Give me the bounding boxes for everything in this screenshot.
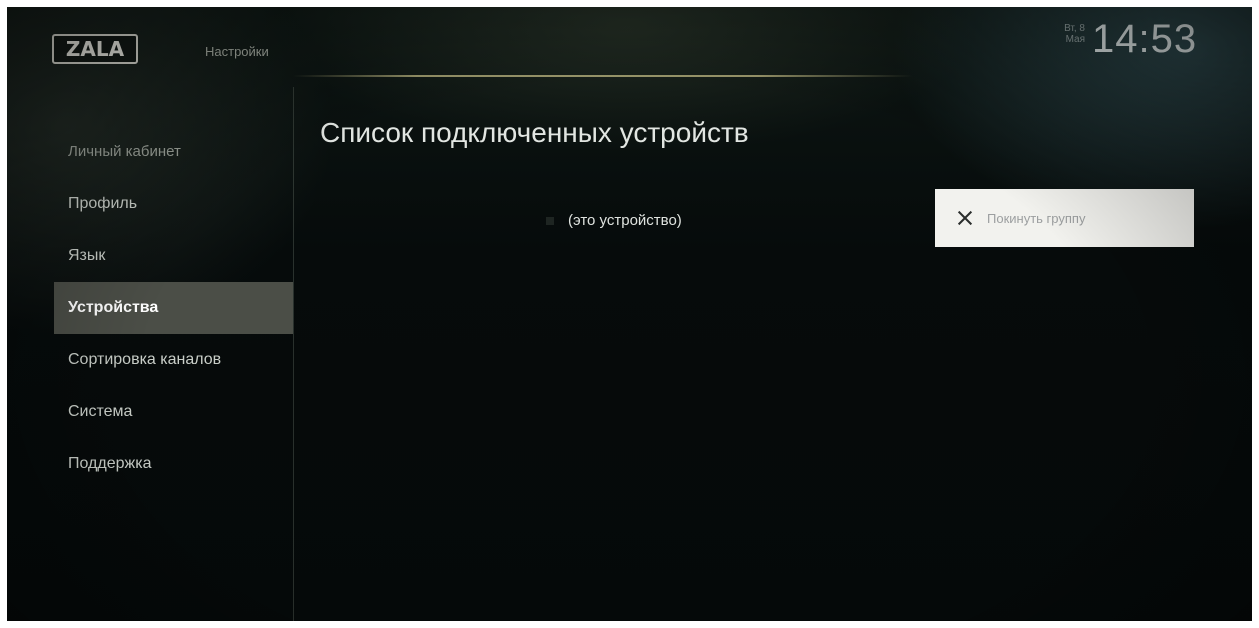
header-divider xyxy=(293,75,913,77)
sidebar-divider xyxy=(293,87,294,621)
sidebar-item-channel-sorting[interactable]: Сортировка каналов xyxy=(54,334,293,386)
date-display: Вт, 8 Мая xyxy=(1053,23,1085,45)
sidebar-item-profile[interactable]: Профиль xyxy=(54,178,293,230)
sidebar-item-language[interactable]: Язык xyxy=(54,230,293,282)
sidebar-item-system[interactable]: Система xyxy=(54,386,293,438)
tv-screen: ZALA Настройки Вт, 8 Мая 14:53 Личный ка… xyxy=(7,7,1252,621)
date-month: Мая xyxy=(1065,34,1085,45)
date-weekday: Вт, 8 xyxy=(1064,23,1085,34)
sidebar-item-support[interactable]: Поддержка xyxy=(54,438,293,490)
sidebar-item-account[interactable]: Личный кабинет xyxy=(54,126,293,178)
device-list-item[interactable]: (это устройство) xyxy=(546,212,682,229)
device-icon xyxy=(546,216,554,225)
close-icon xyxy=(957,210,973,226)
clock: 14:53 xyxy=(1092,17,1198,61)
device-label: (это устройство) xyxy=(568,212,682,229)
page-title: Список подключенных устройств xyxy=(320,117,749,148)
leave-group-button[interactable]: Покинуть группу xyxy=(935,189,1194,247)
sidebar-item-devices[interactable]: Устройства xyxy=(54,282,293,334)
settings-sidebar: Личный кабинет Профиль Язык Устройства С… xyxy=(7,79,293,621)
header-bar: ZALA Настройки Вт, 8 Мая 14:53 xyxy=(7,7,1252,79)
leave-group-label: Покинуть группу xyxy=(987,210,1086,226)
header-section-title: Настройки xyxy=(205,44,269,59)
zala-logo: ZALA xyxy=(52,34,138,64)
